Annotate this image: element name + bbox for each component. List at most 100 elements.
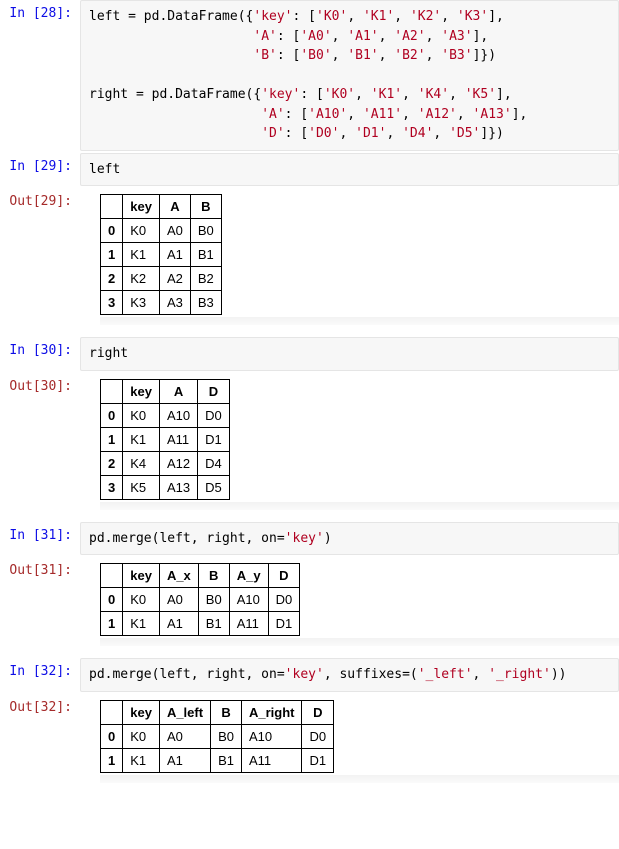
index-header: 0: [101, 403, 123, 427]
cell-value: K1: [123, 612, 160, 636]
code-token: '_right': [488, 667, 551, 682]
cell-value: D0: [302, 724, 334, 748]
column-header: key: [123, 700, 160, 724]
code-token: ,: [473, 667, 489, 682]
code-token: ,: [433, 126, 449, 141]
code-token: 'D4': [402, 126, 433, 141]
code-input[interactable]: pd.merge(left, right, on='key'): [80, 522, 619, 556]
cell-value: K5: [123, 475, 160, 499]
code-input[interactable]: left = pd.DataFrame({'key': ['K0', 'K1',…: [80, 0, 619, 151]
code-token: 'K1': [363, 9, 394, 24]
cell-value: A1: [159, 243, 190, 267]
code-input[interactable]: pd.merge(left, right, on='key', suffixes…: [80, 658, 619, 692]
code-token: 'A1': [347, 29, 378, 44]
dataframe-table: keyAD0K0A10D01K1A11D12K4A12D43K5A13D5: [100, 379, 230, 500]
column-header: A_left: [159, 700, 210, 724]
corner-cell: [101, 195, 123, 219]
code-input[interactable]: left: [80, 153, 619, 187]
cell-value: D0: [268, 588, 300, 612]
code-token: 'A': [253, 29, 276, 44]
column-header: A: [159, 195, 190, 219]
cell-value: B2: [190, 267, 221, 291]
prompt-out: Out[31]:: [0, 557, 80, 656]
cell-value: B0: [211, 724, 242, 748]
prompt-in: In [29]:: [0, 153, 80, 187]
index-header: 0: [101, 219, 123, 243]
code-token: 'B0': [300, 48, 331, 63]
column-header: key: [123, 379, 160, 403]
code-token: right: [89, 346, 128, 361]
code-token: 'A0': [300, 29, 331, 44]
column-header: A: [159, 379, 197, 403]
code-token: 'key': [253, 9, 292, 24]
code-input[interactable]: right: [80, 337, 619, 371]
code-token: ,: [457, 107, 473, 122]
prompt-in: In [32]:: [0, 658, 80, 692]
cell-value: B0: [190, 219, 221, 243]
code-token: 'D0': [308, 126, 339, 141]
column-header: D: [302, 700, 334, 724]
code-token: ],: [473, 29, 489, 44]
code-token: [89, 126, 261, 141]
cell-value: A10: [159, 403, 197, 427]
table-row: keyAD: [101, 379, 230, 403]
code-token: ],: [488, 9, 504, 24]
index-header: 3: [101, 291, 123, 315]
code-token: 'K0': [316, 9, 347, 24]
code-token: 'A3': [441, 29, 472, 44]
code-token: 'B1': [347, 48, 378, 63]
table-row: 3K3A3B3: [101, 291, 222, 315]
cell-value: K1: [123, 748, 160, 772]
cell-value: B3: [190, 291, 221, 315]
code-token: 'B3': [441, 48, 472, 63]
code-token: 'K0': [324, 87, 355, 102]
dataframe-table: keyA_xBA_yD0K0A0B0A10D01K1A1B1A11D1: [100, 563, 300, 636]
code-token: ,: [347, 107, 363, 122]
code-token: 'A': [261, 107, 284, 122]
input-cell: In [29]:left: [0, 153, 619, 187]
code-token: ],: [496, 87, 512, 102]
cell-value: A1: [159, 748, 210, 772]
prompt-out: Out[30]:: [0, 373, 80, 520]
cell-value: D1: [198, 427, 230, 451]
code-token: ,: [332, 29, 348, 44]
column-header: B: [190, 195, 221, 219]
code-token: 'D5': [449, 126, 480, 141]
code-token: ,: [441, 9, 457, 24]
prompt-in: In [31]:: [0, 522, 80, 556]
code-token: ]}): [473, 48, 496, 63]
cell-value: A13: [159, 475, 197, 499]
code-token: 'B': [253, 48, 276, 63]
code-token: 'B2': [394, 48, 425, 63]
output-cell: Out[30]: keyAD0K0A10D01K1A11D12K4A12D43K…: [0, 373, 619, 520]
code-token: [89, 29, 253, 44]
cell-value: D1: [268, 612, 300, 636]
cell-value: A0: [159, 724, 210, 748]
code-token: 'key': [285, 667, 324, 682]
code-token: [89, 107, 261, 122]
table-row: keyA_leftBA_rightD: [101, 700, 334, 724]
corner-cell: [101, 379, 123, 403]
code-token: pd.merge(left, right, on=: [89, 667, 285, 682]
prompt-in: In [28]:: [0, 0, 80, 151]
index-header: 1: [101, 243, 123, 267]
cell-value: K1: [123, 243, 160, 267]
code-token: ,: [402, 107, 418, 122]
code-token: 'A13': [473, 107, 512, 122]
code-token: ,: [347, 9, 363, 24]
column-header: D: [268, 564, 300, 588]
table-row: 0K0A0B0A10D0: [101, 588, 300, 612]
column-header: key: [123, 564, 160, 588]
code-token: 'A2': [394, 29, 425, 44]
index-header: 0: [101, 588, 123, 612]
code-token: pd.merge(left, right, on=: [89, 531, 285, 546]
code-token: ,: [402, 87, 418, 102]
cell-value: D5: [198, 475, 230, 499]
input-cell: In [31]:pd.merge(left, right, on='key'): [0, 522, 619, 556]
code-token: [89, 48, 253, 63]
index-header: 3: [101, 475, 123, 499]
scroll-shadow: [100, 317, 619, 325]
code-token: 'K2': [410, 9, 441, 24]
code-token: : [: [285, 107, 308, 122]
table-row: 1K1A1B1A11D1: [101, 612, 300, 636]
